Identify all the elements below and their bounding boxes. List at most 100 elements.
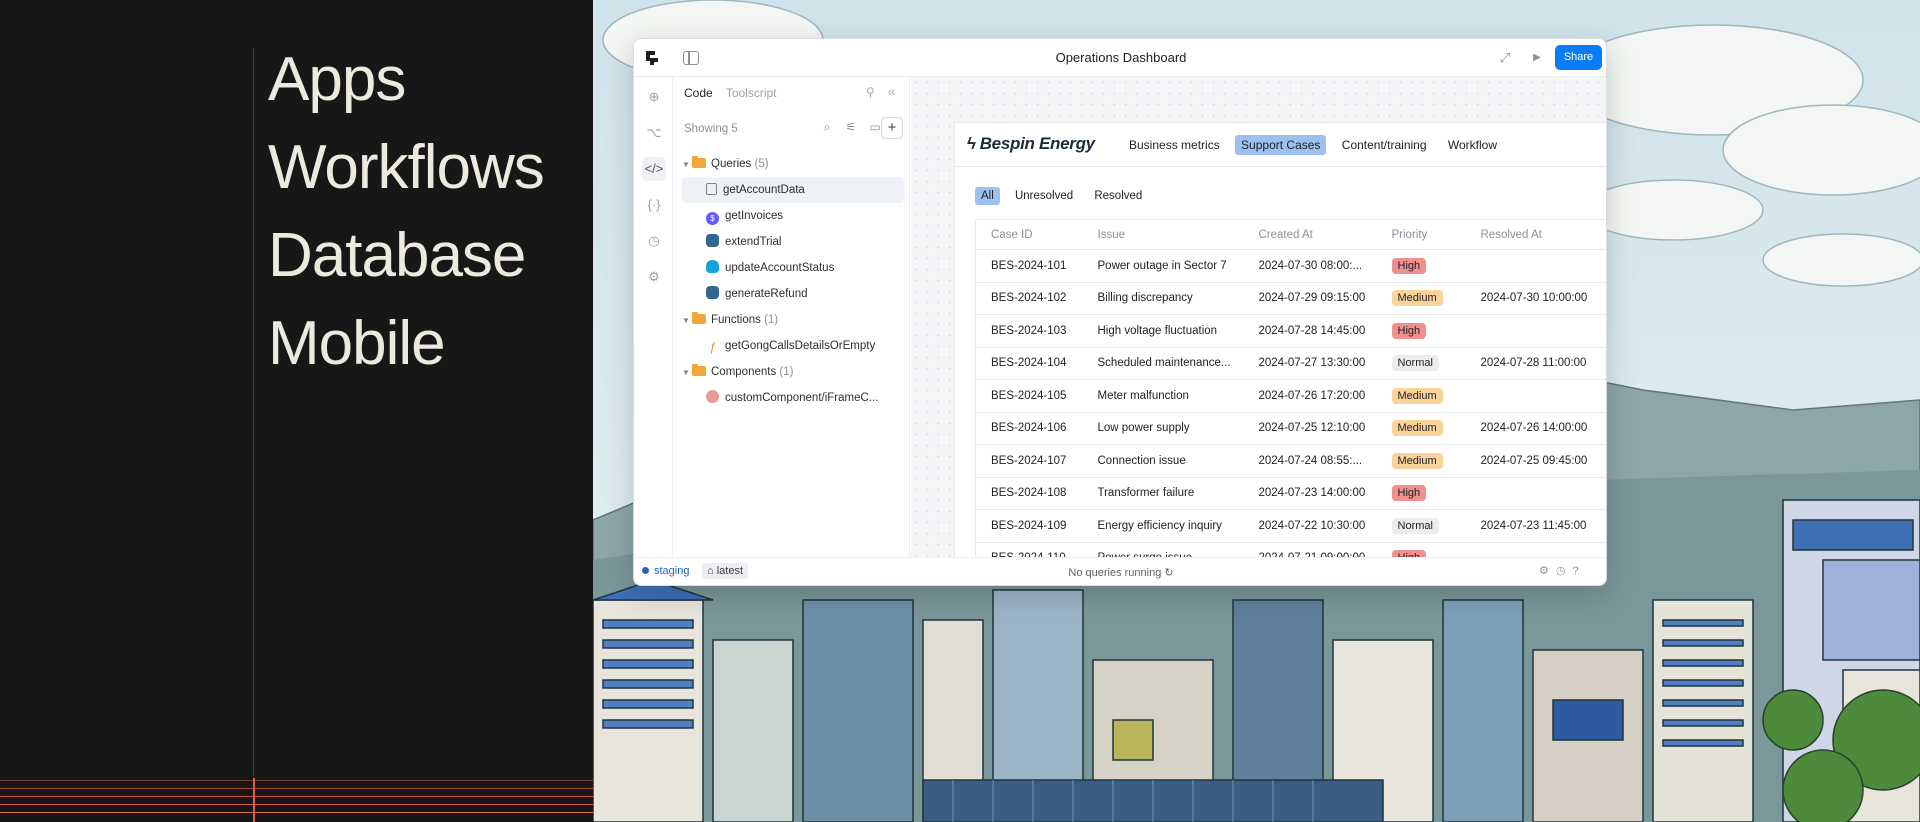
environment-selector[interactable]: staging	[642, 565, 689, 577]
status-icons: ⚙◷?	[1539, 564, 1586, 577]
table-row[interactable]: BES-2024-108 Transformer failure 2024-07-2…	[975, 477, 1606, 510]
tree-icon[interactable]: ⌥	[642, 121, 666, 145]
table-row[interactable]: BES-2024-110Power surge issue2024-07-21 …	[975, 542, 1606, 557]
nav-item-apps[interactable]: Apps	[268, 36, 544, 124]
case-filters: All Unresolved Resolved	[975, 187, 1154, 205]
add-circle-icon[interactable]: ⊕	[642, 85, 666, 109]
version-tag[interactable]: ⌂ latest	[702, 563, 748, 579]
tree-folder-count: (1)	[779, 366, 794, 378]
table-row[interactable]: BES-2024-102 Billing discrepancy 2024-07-2…	[975, 282, 1606, 315]
tree-item-getaccountdata[interactable]: getAccountData	[682, 177, 904, 203]
postgres-icon	[706, 234, 719, 247]
filter-unresolved[interactable]: Unresolved	[1009, 187, 1079, 205]
nav-tab-content-training[interactable]: Content/training	[1336, 135, 1433, 155]
nav-item-database[interactable]: Database	[268, 212, 544, 300]
nav-item-workflows[interactable]: Workflows	[268, 124, 545, 212]
column-header-case-id[interactable]: Case ID	[975, 219, 1083, 250]
cell-priority: High	[1376, 314, 1466, 348]
cell-issue: Power surge issue	[1082, 542, 1244, 557]
cell-resolved-at	[1465, 542, 1606, 557]
app-preview: ϟ Bespin Energy Business metrics Support …	[954, 122, 1606, 557]
preview-play-icon[interactable]: ▶	[1528, 49, 1546, 67]
history-icon[interactable]: ◷	[1556, 565, 1573, 577]
queries-status: No queries running ↻	[634, 566, 1606, 579]
tab-toolscript[interactable]: Toolscript	[726, 86, 777, 100]
nav-tab-workflow[interactable]: Workflow	[1442, 135, 1503, 155]
cell-case-id: BES-2024-104	[975, 347, 1083, 380]
app-logo-icon[interactable]	[644, 49, 662, 67]
cell-priority: Medium	[1376, 412, 1466, 445]
folder-icon	[692, 312, 706, 324]
help-icon[interactable]: ?	[1572, 565, 1585, 577]
settings-gear-icon[interactable]: ⚙	[642, 265, 666, 289]
filter-icon[interactable]: ⚟	[839, 120, 863, 134]
tree-item-getinvoices[interactable]: $ getInvoices	[682, 203, 904, 229]
nav-tab-support-cases[interactable]: Support Cases	[1235, 135, 1327, 155]
cell-created-at: 2024-07-28 14:45:00	[1243, 314, 1377, 348]
collapse-panel-icon[interactable]: «	[888, 84, 895, 99]
tree-folder-functions[interactable]: ▼ Functions (1)	[682, 307, 904, 333]
tree-item-customcomponent[interactable]: customComponent/iFrameC...	[682, 385, 904, 411]
nav-tab-business-metrics[interactable]: Business metrics	[1123, 135, 1226, 155]
tree-folder-components[interactable]: ▼ Components (1)	[682, 359, 904, 385]
marketing-panel: Apps Workflows Database Mobile	[0, 0, 593, 822]
tree-item-updateaccountstatus[interactable]: updateAccountStatus	[682, 255, 904, 281]
tag-icon: ⌂	[707, 565, 717, 577]
table-row[interactable]: BES-2024-103 High voltage fluctuation 2024…	[975, 314, 1606, 348]
table-row[interactable]: BES-2024-104 Scheduled maintenance... 2024…	[975, 347, 1606, 380]
tab-code[interactable]: Code	[684, 86, 713, 100]
table-row[interactable]: BES-2024-105 Meter malfunction 2024-07-26 …	[975, 379, 1606, 413]
folder-icon	[692, 364, 706, 376]
code-panel: Code Toolscript ⚲ « Showing 5 ⌕ ⚟ ▭ + ▼ Que…	[674, 77, 910, 557]
cell-resolved-at: 2024-07-30 10:00:00	[1465, 282, 1606, 315]
column-header-created-at[interactable]: Created At	[1243, 219, 1377, 250]
column-header-priority[interactable]: Priority	[1376, 219, 1466, 250]
cell-created-at: 2024-07-23 14:00:00	[1243, 477, 1377, 510]
state-icon[interactable]: {·}	[642, 193, 666, 217]
cell-created-at: 2024-07-21 09:00:00	[1243, 542, 1377, 557]
title-bar: Operations Dashboard ⤢ ▶ Share	[634, 39, 1606, 77]
tree-folder-label: Queries	[711, 158, 752, 170]
cell-case-id: BES-2024-102	[975, 282, 1083, 315]
code-icon[interactable]: </>	[642, 157, 666, 181]
cell-priority: High	[1376, 477, 1466, 510]
column-header-issue[interactable]: Issue	[1082, 219, 1244, 250]
cell-priority: Normal	[1376, 347, 1466, 380]
cell-resolved-at: 2024-07-26 14:00:00	[1465, 412, 1606, 445]
filter-all[interactable]: All	[975, 187, 1000, 205]
app-nav: Business metrics Support Cases Content/t…	[1123, 135, 1509, 155]
priority-badge: High	[1391, 322, 1427, 339]
product-nav: Apps Workflows Database Mobile	[268, 36, 545, 388]
table-row[interactable]: BES-2024-106 Low power supply 2024-07-25 1…	[975, 412, 1606, 445]
cell-issue: Scheduled maintenance...	[1082, 347, 1244, 380]
cell-issue: High voltage fluctuation	[1082, 314, 1244, 348]
chevron-down-icon: ▼	[682, 160, 690, 169]
divider	[955, 166, 1606, 167]
tree-item-generaterefund[interactable]: generateRefund	[682, 281, 904, 307]
filter-resolved[interactable]: Resolved	[1088, 187, 1148, 205]
tree-item-getgongcallsdetailsorempty[interactable]: ƒ getGongCallsDetailsOrEmpty	[682, 333, 904, 359]
salesforce-icon	[706, 260, 719, 273]
cell-created-at: 2024-07-26 17:20:00	[1243, 379, 1377, 413]
cell-priority: High	[1376, 542, 1466, 557]
cell-created-at: 2024-07-22 10:30:00	[1243, 509, 1377, 543]
cell-case-id: BES-2024-101	[975, 249, 1083, 283]
pin-icon[interactable]: ⚲	[866, 85, 875, 99]
table-row[interactable]: BES-2024-109 Energy efficiency inquiry 202…	[975, 509, 1606, 543]
table-row[interactable]: BES-2024-101 Power outage in Sector 7 2024…	[975, 249, 1606, 283]
search-icon[interactable]: ⌕	[815, 120, 839, 135]
chevron-down-icon: ▼	[682, 368, 690, 377]
sidebar-toggle-icon[interactable]	[683, 51, 699, 65]
cell-resolved-at	[1465, 314, 1606, 348]
cell-resolved-at: 2024-07-25 09:45:00	[1465, 444, 1606, 478]
tree-folder-queries[interactable]: ▼ Queries (5)	[682, 151, 904, 177]
share-button[interactable]: Share	[1555, 45, 1602, 70]
add-query-button[interactable]: +	[881, 117, 903, 139]
expand-icon[interactable]: ⤢	[1496, 49, 1514, 67]
column-header-resolved-at[interactable]: Resolved At	[1465, 219, 1606, 250]
table-row[interactable]: BES-2024-107 Connection issue 2024-07-24 0…	[975, 444, 1606, 478]
history-icon[interactable]: ◷	[642, 229, 666, 253]
tree-item-extendtrial[interactable]: extendTrial	[682, 229, 904, 255]
nav-item-mobile[interactable]: Mobile	[268, 300, 544, 388]
debug-icon[interactable]: ⚙	[1539, 565, 1556, 577]
